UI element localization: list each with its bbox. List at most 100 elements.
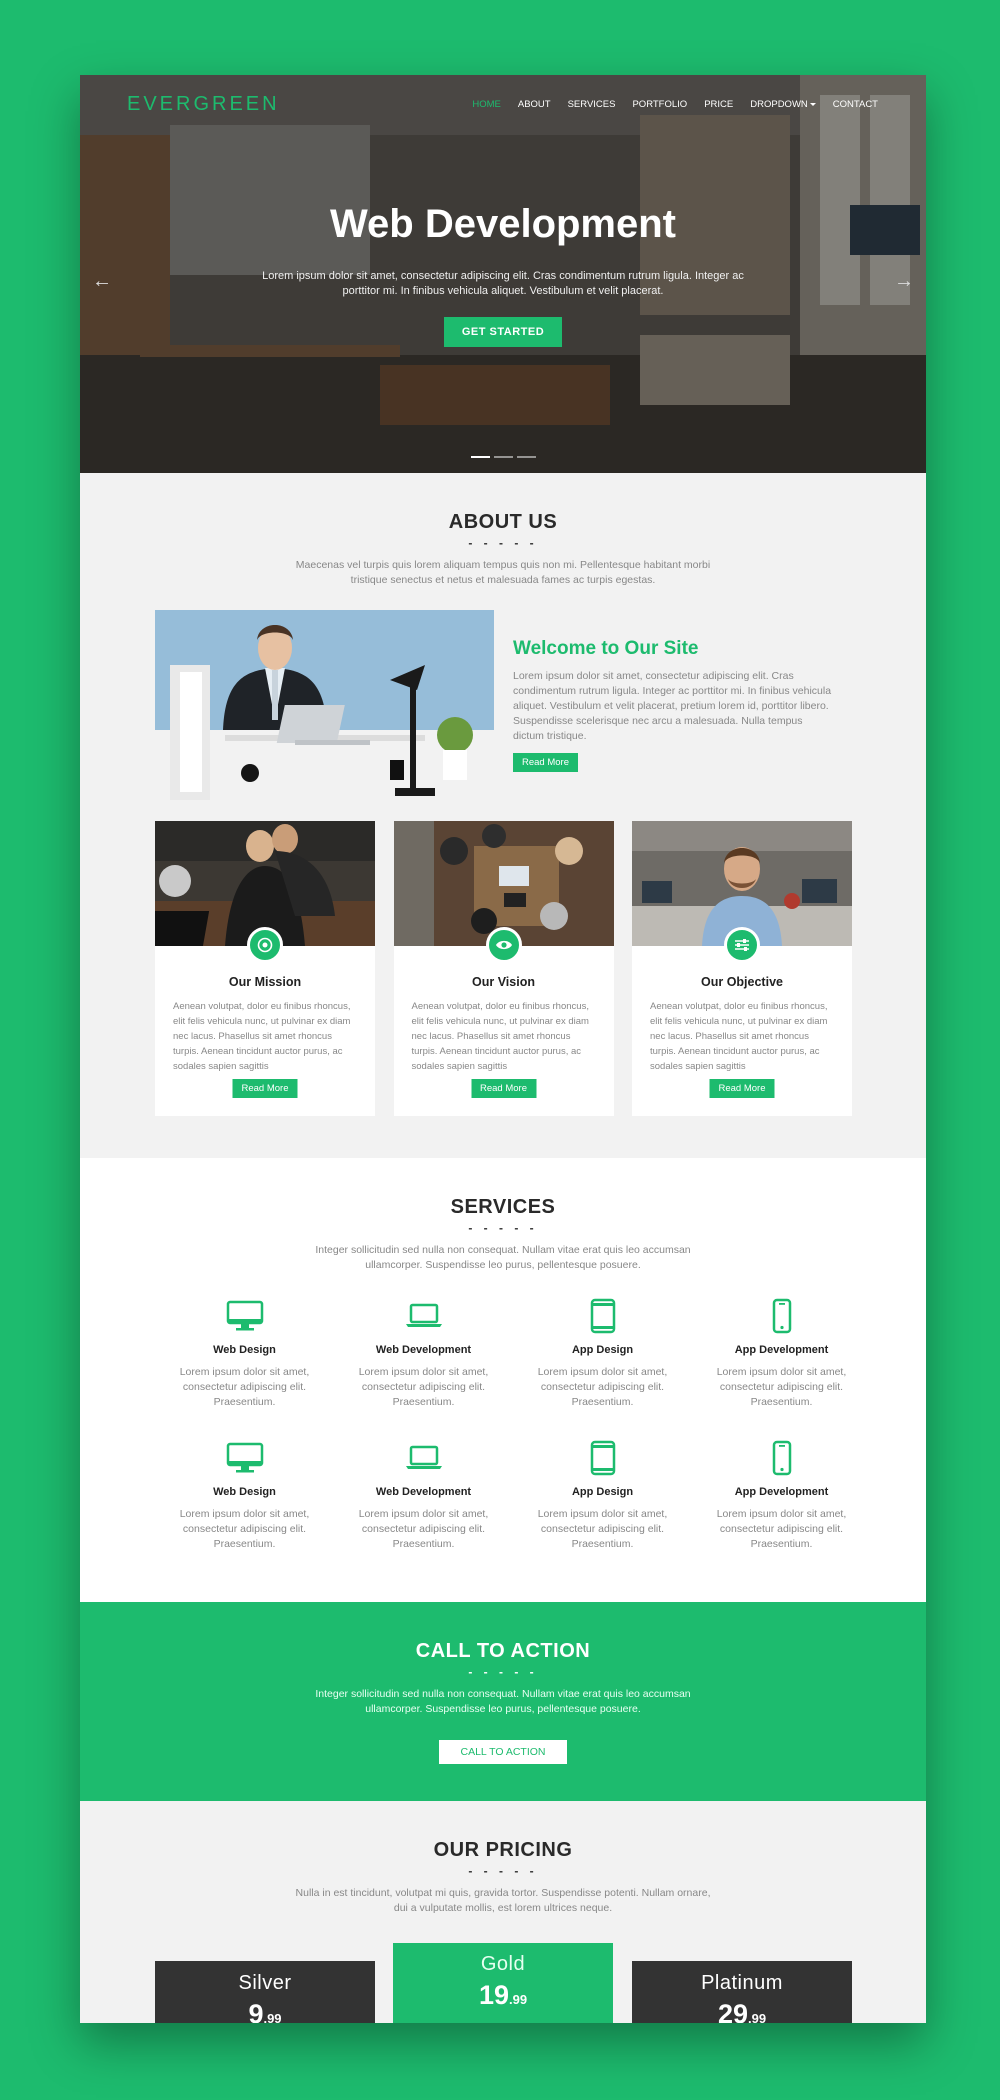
service-body: Lorem ipsum dolor sit amet, consectetur …	[179, 1366, 310, 1408]
sliders-icon	[724, 927, 760, 963]
card-title: Our Vision	[472, 975, 535, 989]
service-body: Lorem ipsum dolor sit amet, consectetur …	[716, 1508, 847, 1550]
about-title: ABOUT US	[448, 511, 558, 533]
service-item: App Development Lorem ipsum dolor sit am…	[692, 1296, 871, 1410]
service-item: Web Development Lorem ipsum dolor sit am…	[334, 1438, 513, 1552]
cta-subtitle: Integer sollicitudin sed nulla non conse…	[315, 1688, 691, 1715]
eye-icon	[485, 927, 522, 963]
plan-price-cents: .99	[263, 2011, 282, 2023]
slider-dot-2[interactable]	[493, 456, 513, 458]
service-title: Web Development	[375, 1486, 472, 1498]
nav-item-dropdown[interactable]: DROPDOWN	[750, 99, 816, 110]
tablet-icon	[513, 1438, 692, 1478]
read-more-button[interactable]: Read More	[471, 1079, 536, 1098]
card-mission: Our Mission Aenean volutpat, dolor eu fi…	[142, 821, 375, 1116]
slider-dot-3[interactable]	[516, 456, 536, 458]
service-item: App Development Lorem ipsum dolor sit am…	[692, 1438, 871, 1552]
pricing-subtitle: Nulla in est tincidunt, volutpat mi quis…	[295, 1887, 711, 1914]
card-vision: Our Vision Aenean volutpat, dolor eu fin…	[393, 821, 614, 1116]
service-title: App Development	[734, 1486, 829, 1498]
plan-platinum[interactable]: Platinum 29.99	[632, 1961, 852, 2023]
service-item: Web Design Lorem ipsum dolor sit amet, c…	[155, 1438, 334, 1552]
page: EVERGREEN HOME ABOUT SERVICES PORTFOLIO …	[80, 75, 926, 2023]
about-section: ABOUT US - - - - - Maecenas vel turpis q…	[80, 473, 926, 1158]
pricing-plans: Silver 9.99 Gold 19.99 Platinum 29.99	[155, 1943, 852, 2023]
service-body: Lorem ipsum dolor sit amet, consectetur …	[179, 1508, 310, 1550]
tablet-icon	[513, 1296, 692, 1336]
about-subtitle: Maecenas vel turpis quis lorem aliquam t…	[295, 559, 711, 586]
desktop-icon	[155, 1296, 334, 1336]
plan-name: Silver	[238, 1972, 292, 1994]
main-menu: HOME ABOUT SERVICES PORTFOLIO PRICE DROP…	[472, 99, 878, 110]
pricing-title: OUR PRICING	[433, 1839, 573, 1861]
welcome-title: Welcome to Our Site	[513, 638, 699, 659]
service-body: Lorem ipsum dolor sit amet, consectetur …	[537, 1366, 668, 1408]
nav-item-home[interactable]: HOME	[472, 99, 501, 110]
nav-item-services[interactable]: SERVICES	[568, 99, 616, 110]
plan-price-whole: 9	[248, 1999, 264, 2023]
businessman-photo	[155, 610, 494, 803]
welcome-text: Welcome to Our Site Lorem ipsum dolor si…	[513, 638, 833, 772]
services-subtitle: Integer sollicitudin sed nulla non conse…	[315, 1244, 691, 1271]
service-body: Lorem ipsum dolor sit amet, consectetur …	[537, 1508, 668, 1550]
hero-slider: EVERGREEN HOME ABOUT SERVICES PORTFOLIO …	[80, 75, 926, 473]
service-title: Web Development	[375, 1344, 472, 1356]
services-title: SERVICES	[450, 1196, 556, 1218]
get-started-button[interactable]: GET STARTED	[443, 317, 563, 347]
service-title: App Development	[734, 1344, 829, 1356]
phone-icon	[692, 1438, 871, 1478]
nav-item-price[interactable]: PRICE	[704, 99, 733, 110]
cta-title: CALL TO ACTION	[415, 1640, 591, 1662]
plan-price-whole: 19	[478, 1980, 509, 2010]
plan-price-cents: .99	[508, 1992, 528, 2007]
plan-price-whole: 29	[717, 1999, 748, 2023]
hero-title: Web Development	[330, 202, 676, 246]
service-item: App Design Lorem ipsum dolor sit amet, c…	[513, 1438, 692, 1552]
services-section: SERVICES - - - - - Integer sollicitudin …	[80, 1158, 926, 1602]
services-grid: Web Design Lorem ipsum dolor sit amet, c…	[155, 1296, 870, 1552]
call-to-action-button[interactable]: CALL TO ACTION	[439, 1740, 567, 1764]
service-body: Lorem ipsum dolor sit amet, consectetur …	[358, 1508, 489, 1550]
card-title: Our Mission	[228, 975, 302, 989]
card-body: Aenean volutpat, dolor eu finibus rhoncu…	[650, 1001, 828, 1072]
slider-indicators	[80, 456, 926, 458]
hero-content: Web Development Lorem ipsum dolor sit am…	[80, 202, 926, 347]
plan-gold[interactable]: Gold 19.99	[393, 1943, 613, 2023]
read-more-button[interactable]: Read More	[709, 1079, 775, 1098]
logo[interactable]: EVERGREEN	[127, 93, 280, 116]
call-to-action-section: CALL TO ACTION - - - - - Integer sollici…	[80, 1602, 926, 1801]
title-divider: - - - - -	[468, 1221, 538, 1235]
pricing-section: OUR PRICING - - - - - Nulla in est tinci…	[80, 1801, 926, 2023]
service-title: App Design	[571, 1486, 634, 1498]
slider-dot-1[interactable]	[470, 456, 490, 458]
service-item: Web Design Lorem ipsum dolor sit amet, c…	[155, 1296, 334, 1410]
plan-price: 29.99	[632, 1999, 852, 2023]
service-title: Web Design	[213, 1344, 276, 1356]
title-divider: - - - - -	[468, 536, 538, 550]
desktop-icon	[155, 1438, 334, 1478]
nav-item-dropdown-label: DROPDOWN	[750, 99, 808, 110]
plan-price-cents: .99	[747, 2011, 767, 2023]
laptop-icon	[334, 1296, 513, 1336]
phone-icon	[692, 1296, 871, 1336]
nav-item-portfolio[interactable]: PORTFOLIO	[632, 99, 687, 110]
card-body: Aenean volutpat, dolor eu finibus rhoncu…	[173, 1001, 351, 1072]
read-more-button[interactable]: Read More	[513, 753, 578, 772]
card-title: Our Objective	[701, 975, 783, 989]
plan-silver[interactable]: Silver 9.99	[155, 1961, 375, 2023]
read-more-button[interactable]: Read More	[232, 1079, 298, 1098]
about-cards: Our Mission Aenean volutpat, dolor eu fi…	[142, 821, 852, 1116]
service-item: Web Development Lorem ipsum dolor sit am…	[334, 1296, 513, 1410]
nav-item-contact[interactable]: CONTACT	[833, 99, 878, 110]
card-objective: Our Objective Aenean volutpat, dolor eu …	[632, 821, 852, 1116]
service-title: App Design	[571, 1344, 634, 1356]
plan-price: 9.99	[155, 1999, 375, 2023]
plan-name: Platinum	[701, 1972, 783, 1994]
hero-text: Lorem ipsum dolor sit amet, consectetur …	[262, 270, 744, 297]
welcome-body: Lorem ipsum dolor sit amet, consectetur …	[513, 670, 832, 742]
service-body: Lorem ipsum dolor sit amet, consectetur …	[716, 1366, 847, 1408]
card-body: Aenean volutpat, dolor eu finibus rhoncu…	[411, 1001, 589, 1072]
service-title: Web Design	[213, 1486, 276, 1498]
nav-item-about[interactable]: ABOUT	[518, 99, 551, 110]
target-icon	[247, 927, 283, 963]
